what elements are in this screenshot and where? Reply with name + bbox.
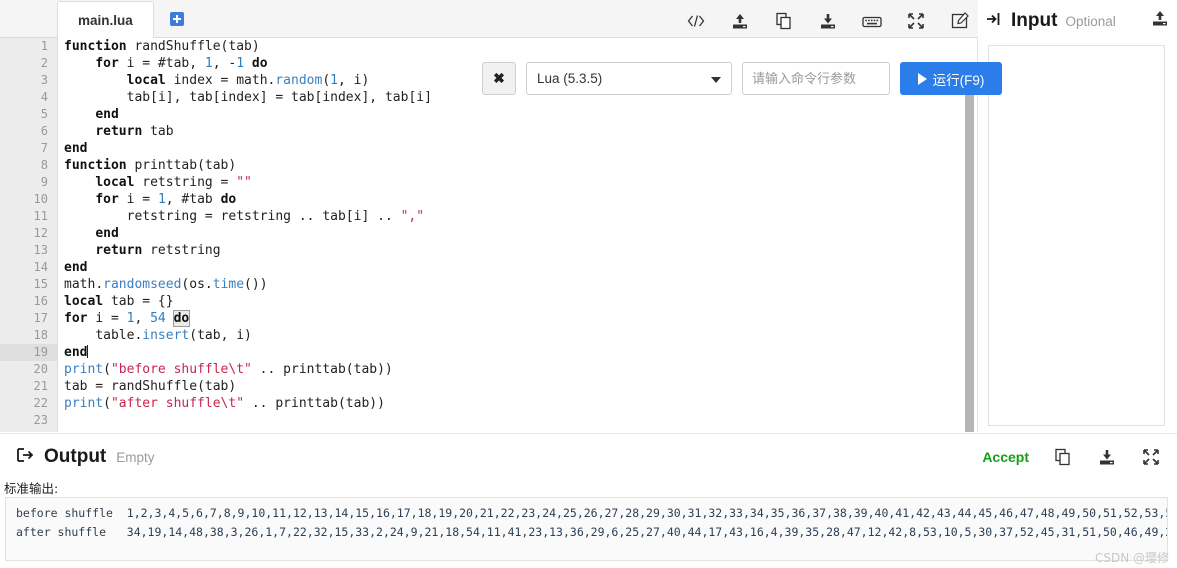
fullscreen-icon[interactable] [1141, 447, 1161, 467]
output-title: Output [44, 446, 107, 467]
code-line[interactable] [64, 412, 977, 429]
code-line[interactable]: local tab = {} [64, 293, 977, 310]
input-title: Input [1011, 10, 1058, 31]
output-actions: Accept [982, 447, 1161, 467]
stdout-content: before shuffle 1,2,3,4,5,6,7,8,9,10,11,1… [5, 497, 1168, 561]
line-number: 23 [33, 413, 48, 427]
stdout-label: 标准输出: [4, 481, 59, 496]
code-line[interactable]: end [64, 106, 977, 123]
line-number: 4 [40, 90, 48, 104]
editor-panel: main.lua 1 2 3 4 5 6 7 8 9 10 11 12 13 1… [0, 0, 1002, 432]
editor-scrollbar-thumb[interactable] [965, 88, 974, 432]
add-tab-button[interactable] [154, 0, 200, 37]
line-number: 2 [40, 56, 48, 70]
language-select[interactable]: Lua (5.3.5) [526, 62, 732, 95]
output-panel: Output Empty Accept 标准输出: before shuffle… [0, 433, 1177, 568]
line-number: 9 [40, 175, 48, 189]
input-panel: Input Optional [986, 0, 1177, 432]
line-number: 10 [33, 192, 48, 206]
line-number: 11 [33, 209, 48, 223]
output-status: Empty [116, 449, 155, 465]
line-number: 6 [40, 124, 48, 138]
code-line[interactable]: return tab [64, 123, 977, 140]
tab-strip-spacer [0, 0, 57, 37]
output-line-tag: after shuffle [16, 525, 127, 539]
keyboard-icon[interactable] [862, 11, 882, 31]
input-optional-label: Optional [1065, 13, 1116, 29]
line-number: 21 [33, 379, 48, 393]
code-line[interactable]: end [64, 259, 977, 276]
code-editor[interactable]: 1 2 3 4 5 6 7 8 9 10 11 12 13 14 15 16 17 18 19 20 21 22 23 fu… [0, 38, 978, 432]
clear-icon: ✖ [493, 70, 505, 86]
command-args-input[interactable] [742, 62, 890, 95]
editor-toolbar [686, 6, 970, 36]
download-icon[interactable] [818, 11, 838, 31]
input-arrow-icon [986, 11, 1003, 32]
clear-button[interactable]: ✖ [482, 62, 516, 95]
code-brackets-icon[interactable] [686, 11, 706, 31]
accept-button[interactable]: Accept [982, 449, 1029, 465]
input-upload-icon[interactable] [1151, 10, 1169, 32]
output-line: before shuffle 1,2,3,4,5,6,7,8,9,10,11,1… [16, 504, 1167, 523]
output-line-values: 34,19,14,48,38,3,26,1,7,22,32,15,33,2,24… [126, 525, 1168, 539]
chevron-down-icon [711, 77, 721, 83]
play-icon [917, 72, 927, 85]
language-select-value: Lua (5.3.5) [537, 71, 603, 86]
code-line[interactable]: end [64, 140, 977, 157]
line-number: 3 [40, 73, 48, 87]
code-line[interactable]: function printtab(tab) [64, 157, 977, 174]
stdin-input[interactable] [988, 45, 1165, 426]
fullscreen-icon[interactable] [906, 11, 926, 31]
line-number: 14 [33, 260, 48, 274]
code-line[interactable]: local retstring = "" [64, 174, 977, 191]
line-number: 15 [33, 277, 48, 291]
line-number: 1 [40, 39, 48, 53]
edit-icon[interactable] [950, 11, 970, 31]
output-header: Output Empty Accept [0, 440, 1177, 474]
code-line[interactable]: for i = 1, 54 do [64, 310, 977, 327]
output-arrow-icon [16, 447, 34, 468]
code-line[interactable]: print("after shuffle\t" .. printtab(tab)… [64, 395, 977, 412]
line-number-gutter: 1 2 3 4 5 6 7 8 9 10 11 12 13 14 15 16 17 18 19 20 21 22 23 [0, 38, 57, 432]
watermark: CSDN @璎修 [1094, 551, 1169, 565]
code-line[interactable]: math.randomseed(os.time()) [64, 276, 977, 293]
code-line[interactable]: for i = 1, #tab do [64, 191, 977, 208]
code-line[interactable]: function randShuffle(tab) [64, 38, 977, 55]
run-button[interactable]: 运行(F9) [900, 62, 1002, 95]
line-number: 13 [33, 243, 48, 257]
code-line[interactable]: end [64, 344, 977, 361]
line-number: 17 [33, 311, 48, 325]
download-icon[interactable] [1097, 447, 1117, 467]
code-content[interactable]: function randShuffle(tab) for i = #tab, … [57, 38, 977, 432]
code-line[interactable]: print("before shuffle\t" .. printtab(tab… [64, 361, 977, 378]
code-line[interactable]: tab = randShuffle(tab) [64, 378, 977, 395]
code-line[interactable]: retstring = retstring .. tab[i] .. "," [64, 208, 977, 225]
line-number: 20 [33, 362, 48, 376]
tab-label: main.lua [78, 12, 133, 28]
output-line-tag: before shuffle [16, 506, 127, 520]
upload-icon[interactable] [730, 11, 750, 31]
line-number: 7 [40, 141, 48, 155]
line-number: 19 [0, 344, 57, 361]
line-number: 18 [33, 328, 48, 342]
plus-icon [169, 11, 184, 26]
code-line[interactable]: table.insert(tab, i) [64, 327, 977, 344]
line-number: 8 [40, 158, 48, 172]
copy-icon[interactable] [1053, 447, 1073, 467]
copy-icon[interactable] [774, 11, 794, 31]
code-line[interactable]: end [64, 225, 977, 242]
output-line: after shuffle 34,19,14,48,38,3,26,1,7,22… [16, 523, 1167, 542]
line-number: 22 [33, 396, 48, 410]
run-toolbar: ✖ Lua (5.3.5) 运行(F9) [482, 62, 1002, 95]
code-runner-app: main.lua 1 2 3 4 5 6 7 8 9 10 11 12 13 1… [0, 0, 1177, 568]
output-line-values: 1,2,3,4,5,6,7,8,9,10,11,12,13,14,15,16,1… [126, 506, 1168, 520]
run-button-label: 运行(F9) [932, 72, 985, 88]
line-number: 16 [33, 294, 48, 308]
code-line[interactable]: return retstring [64, 242, 977, 259]
tab-main-lua[interactable]: main.lua [57, 1, 154, 38]
input-header: Input Optional [986, 0, 1177, 34]
line-number: 5 [40, 107, 48, 121]
line-number: 12 [33, 226, 48, 240]
